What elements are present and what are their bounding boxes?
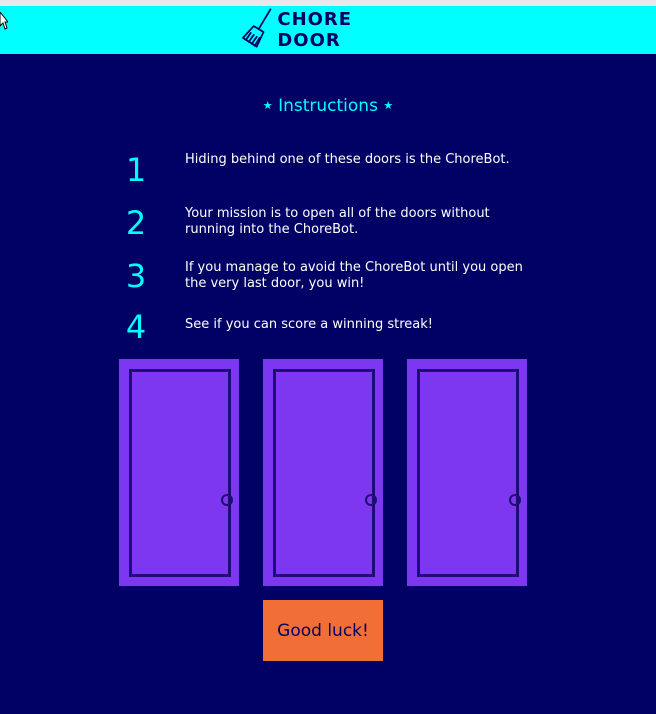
door-2[interactable] [263,359,383,586]
step-text: If you manage to avoid the ChoreBot unti… [185,260,523,291]
instructions-title: Instructions [278,96,378,116]
start-button[interactable]: Good luck! [263,600,383,661]
header-bar: CHORE DOOR [0,6,656,54]
door-knob [365,494,377,506]
mouse-cursor-icon [0,12,8,30]
door-knob [509,494,521,506]
brand-title: CHORE DOOR [277,9,353,51]
step-text: Your mission is to open all of the doors… [185,206,490,237]
door-knob [221,494,233,506]
broom-icon [242,8,272,48]
step-text: See if you can score a winning streak! [185,317,433,332]
closed-door-icon [273,369,377,577]
step-number: 4 [125,308,147,346]
instructions-heading: ★ Instructions ★ [0,96,656,116]
instruction-step: 3 If you manage to avoid the ChoreBot un… [124,258,544,298]
instruction-step: 4 See if you can score a winning streak! [124,309,544,349]
door-1[interactable] [119,359,239,586]
closed-door-icon [129,369,233,577]
step-number: 3 [125,257,147,295]
door-3[interactable] [407,359,527,586]
instruction-step: 2 Your mission is to open all of the doo… [124,205,544,245]
closed-door-icon [417,369,521,577]
star-icon: ★ [383,98,394,112]
instruction-step: 1 Hiding behind one of these doors is th… [124,152,544,192]
step-text: Hiding behind one of these doors is the … [185,152,510,167]
step-number: 2 [125,204,147,242]
star-icon: ★ [262,98,273,112]
step-number: 1 [125,151,147,189]
logo[interactable]: CHORE DOOR [240,6,420,54]
